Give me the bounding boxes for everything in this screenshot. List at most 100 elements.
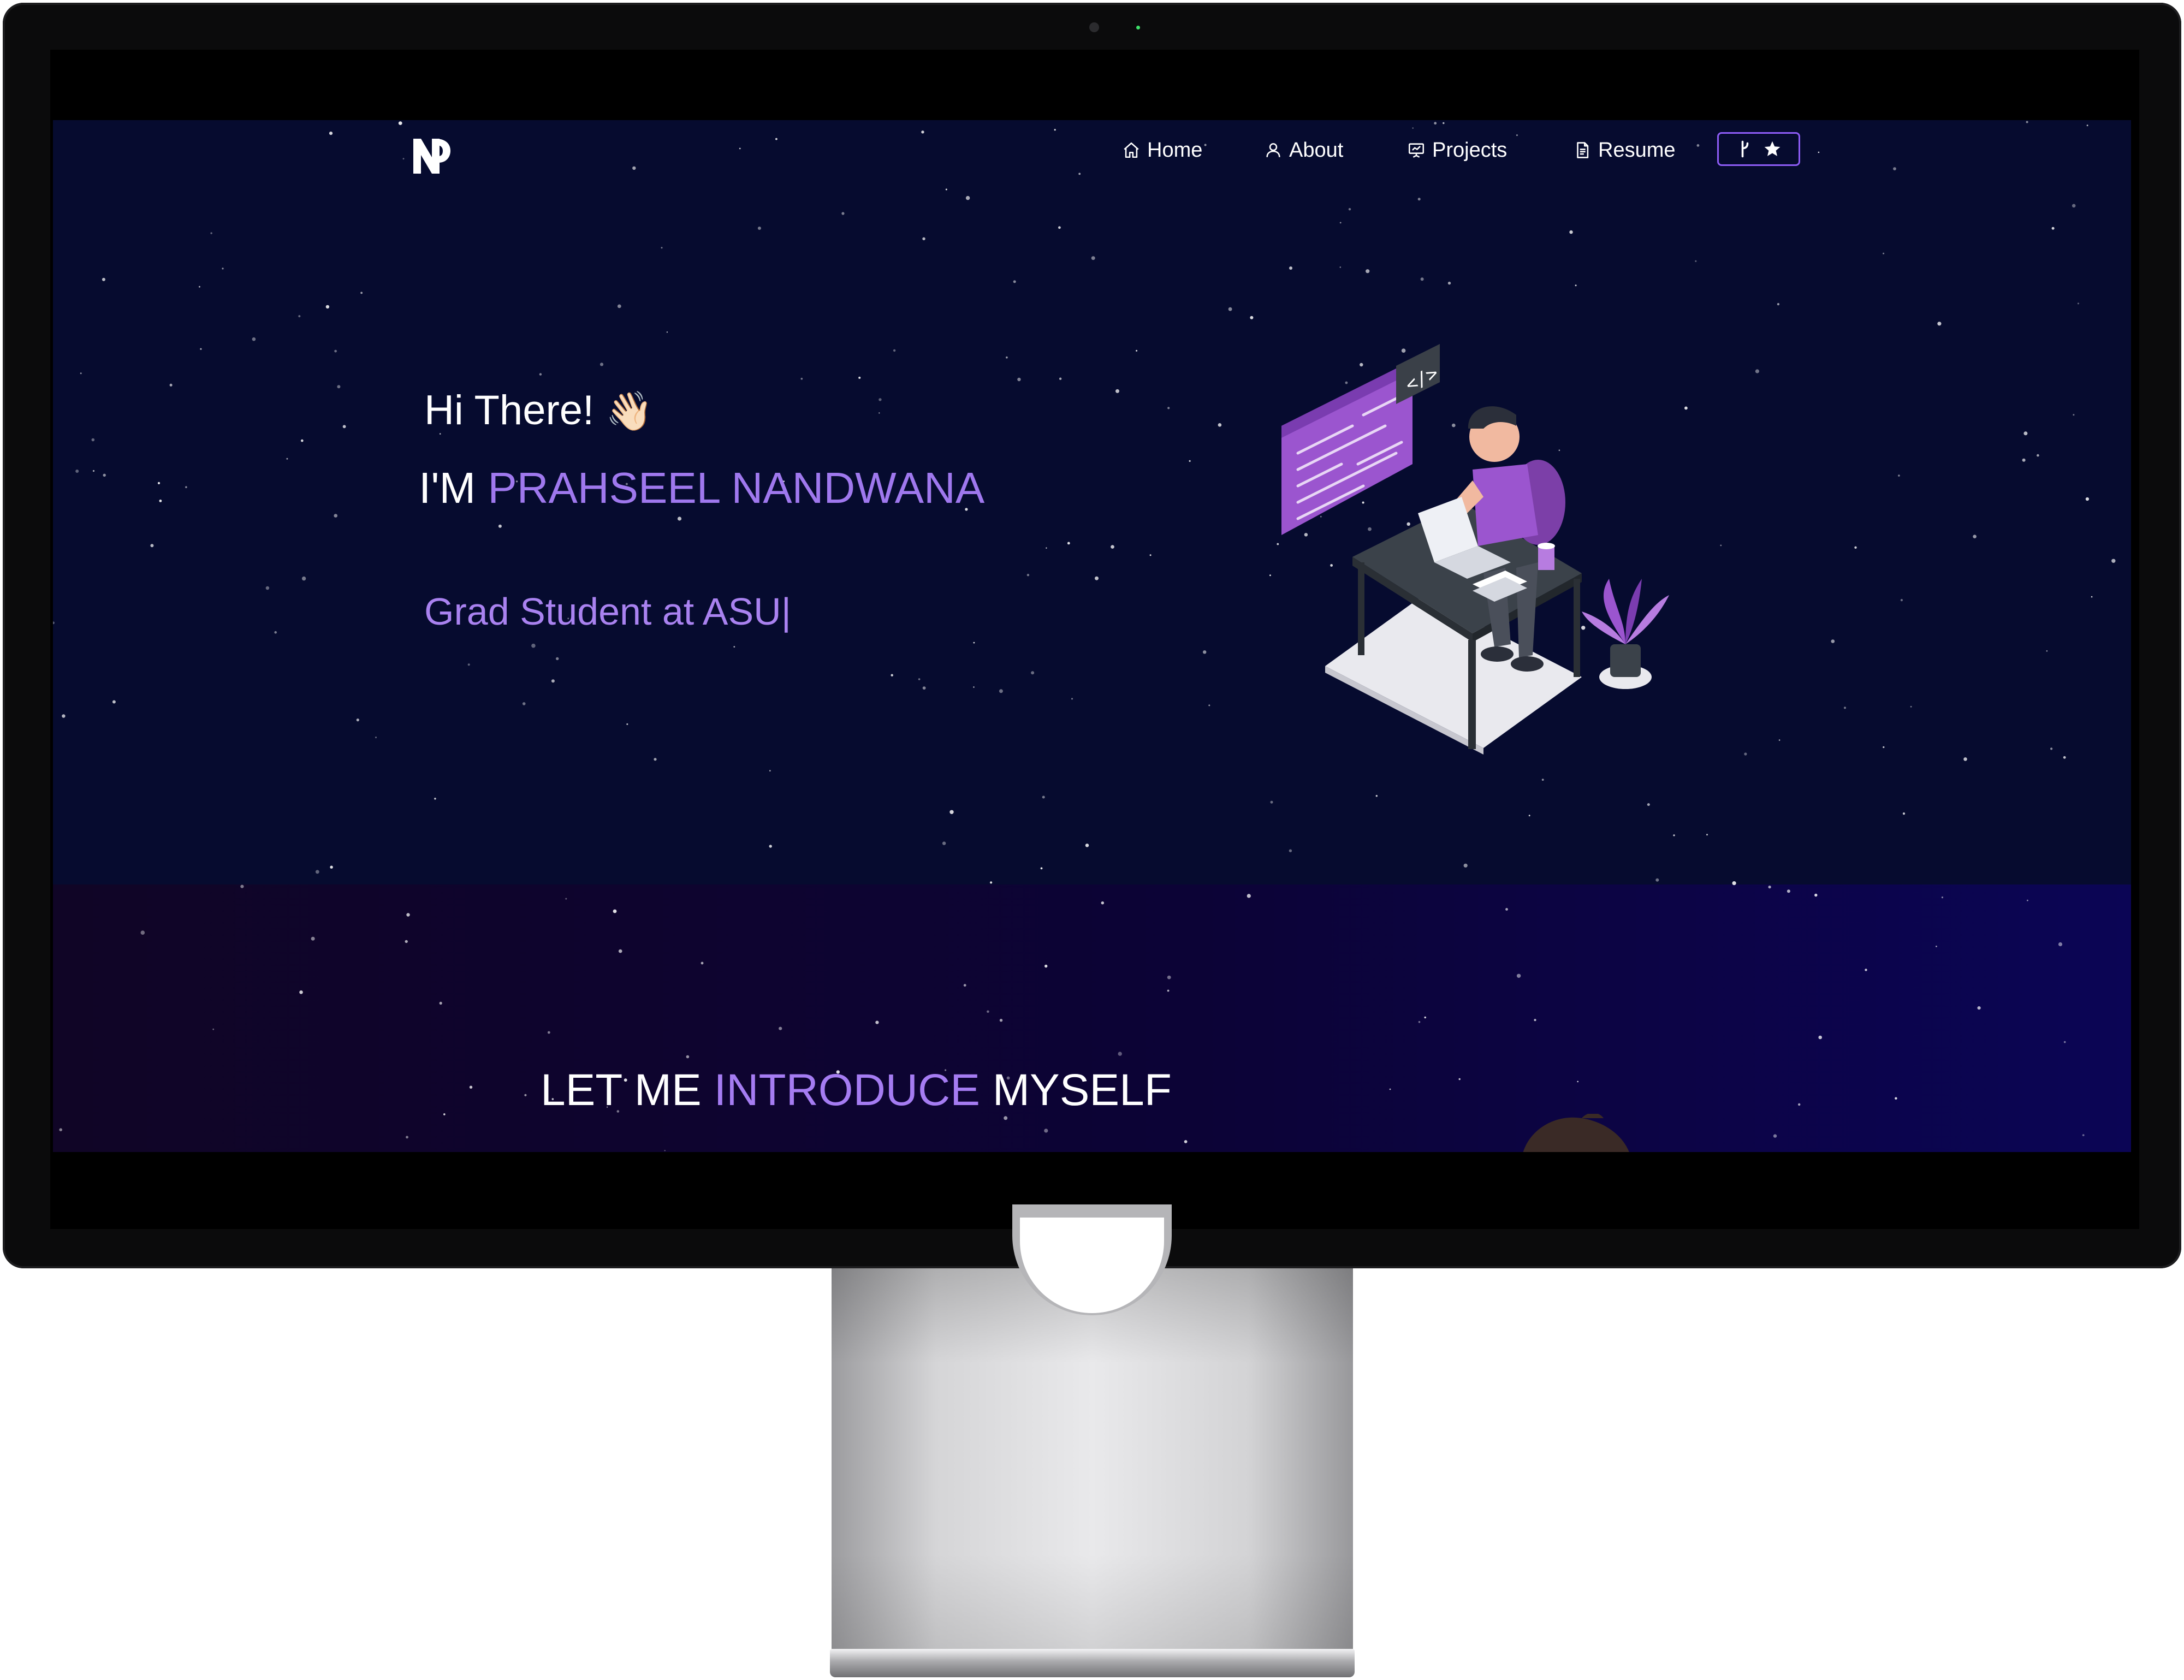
star-dot	[2082, 1134, 2085, 1136]
user-icon	[1266, 143, 1280, 157]
star-dot	[1417, 198, 1421, 201]
star-dot	[1095, 576, 1099, 580]
nav-item-resume[interactable]: Resume	[1573, 136, 1676, 164]
star-dot	[1167, 407, 1170, 409]
github-fork-button[interactable]	[1717, 132, 1800, 166]
star-dot	[1026, 574, 1030, 577]
star-dot	[1071, 698, 1073, 700]
star-icon	[1764, 141, 1781, 156]
nav-item-home[interactable]: Home	[1122, 136, 1202, 164]
star-dot	[1420, 277, 1424, 281]
star-dot	[1541, 779, 1544, 781]
star-dot	[1118, 1052, 1122, 1056]
star-dot	[1777, 303, 1779, 306]
star-dot	[2051, 227, 2055, 230]
star-dot	[524, 1094, 527, 1096]
star-dot	[1941, 897, 1943, 899]
star-dot	[315, 870, 319, 874]
star-dot	[1042, 796, 1045, 799]
star-dot	[467, 663, 470, 666]
star-dot	[286, 458, 288, 460]
star-dot	[1902, 812, 1906, 815]
home-icon	[1124, 142, 1139, 158]
star-dot	[185, 486, 187, 488]
star-dot	[963, 984, 966, 987]
star-dot	[1798, 1103, 1801, 1106]
star-dot	[2022, 458, 2026, 462]
star-dot	[632, 166, 636, 170]
nav-item-projects[interactable]: Projects	[1407, 136, 1507, 164]
about-heading-part2: MYSELF	[980, 1065, 1172, 1115]
nav-item-about[interactable]: About	[1264, 136, 1343, 164]
star-dot	[1528, 815, 1530, 817]
star-dot	[973, 642, 975, 644]
star-dot	[299, 990, 303, 994]
star-dot	[398, 121, 402, 125]
star-dot	[1067, 542, 1070, 545]
star-dot	[434, 798, 436, 800]
star-dot	[342, 425, 346, 429]
wave-emoji-icon: 👋🏻	[606, 390, 654, 432]
star-dot	[686, 1055, 690, 1059]
star-dot	[1443, 122, 1445, 124]
star-dot	[1270, 800, 1273, 804]
star-dot	[301, 439, 304, 442]
star-dot	[1447, 281, 1451, 285]
star-dot	[2063, 1041, 2066, 1043]
star-dot	[498, 524, 502, 528]
star-dot	[405, 940, 408, 943]
typewriter-text: Grad Student at ASU|	[424, 590, 791, 633]
star-dot	[212, 1028, 215, 1030]
star-dot	[922, 686, 926, 690]
star-dot	[75, 470, 79, 473]
star-dot	[1778, 739, 1781, 741]
star-dot	[1773, 1134, 1777, 1138]
star-dot	[2091, 596, 2093, 598]
star-dot	[360, 292, 363, 294]
star-dot	[337, 385, 341, 389]
star-dot	[2111, 559, 2116, 563]
camera-icon	[1089, 22, 1099, 32]
star-dot	[334, 349, 337, 353]
star-dot	[1569, 230, 1573, 234]
star-dot	[59, 1128, 62, 1131]
star-dot	[1900, 599, 1903, 602]
star-dot	[626, 723, 628, 725]
star-dot	[987, 1010, 989, 1013]
star-dot	[841, 212, 845, 215]
star-dot	[1044, 964, 1048, 968]
star-dot	[757, 227, 761, 230]
star-dot	[1818, 1035, 1822, 1040]
star-dot	[1854, 546, 1857, 549]
star-dot	[522, 702, 526, 705]
star-dot	[443, 1113, 446, 1115]
star-dot	[1339, 222, 1342, 224]
star-dot	[1366, 269, 1370, 274]
star-dot	[1059, 377, 1062, 380]
star-dot	[1744, 752, 1747, 756]
star-dot	[1348, 208, 1351, 211]
logo-icon[interactable]	[408, 134, 452, 178]
star-dot	[199, 286, 200, 288]
nav-projects-label: Projects	[1432, 138, 1508, 162]
star-dot	[53, 621, 55, 625]
star-dot	[325, 305, 330, 309]
star-dot	[1575, 284, 1577, 287]
star-dot	[1058, 226, 1061, 229]
star-dot	[1031, 671, 1035, 675]
star-dot	[531, 643, 536, 648]
star-dot	[1973, 535, 1977, 538]
star-dot	[1203, 650, 1207, 654]
star-dot	[91, 438, 95, 442]
star-dot	[879, 412, 880, 414]
star-dot	[921, 130, 924, 134]
about-heading-highlight: INTRODUCE	[714, 1065, 980, 1115]
star-dot	[1006, 356, 1008, 359]
star-dot	[1706, 834, 1708, 836]
star-dot	[1389, 1088, 1391, 1090]
star-dot	[274, 631, 277, 634]
star-dot	[617, 304, 621, 308]
star-dot	[942, 841, 946, 845]
star-dot	[733, 646, 735, 648]
star-dot	[547, 1031, 550, 1034]
